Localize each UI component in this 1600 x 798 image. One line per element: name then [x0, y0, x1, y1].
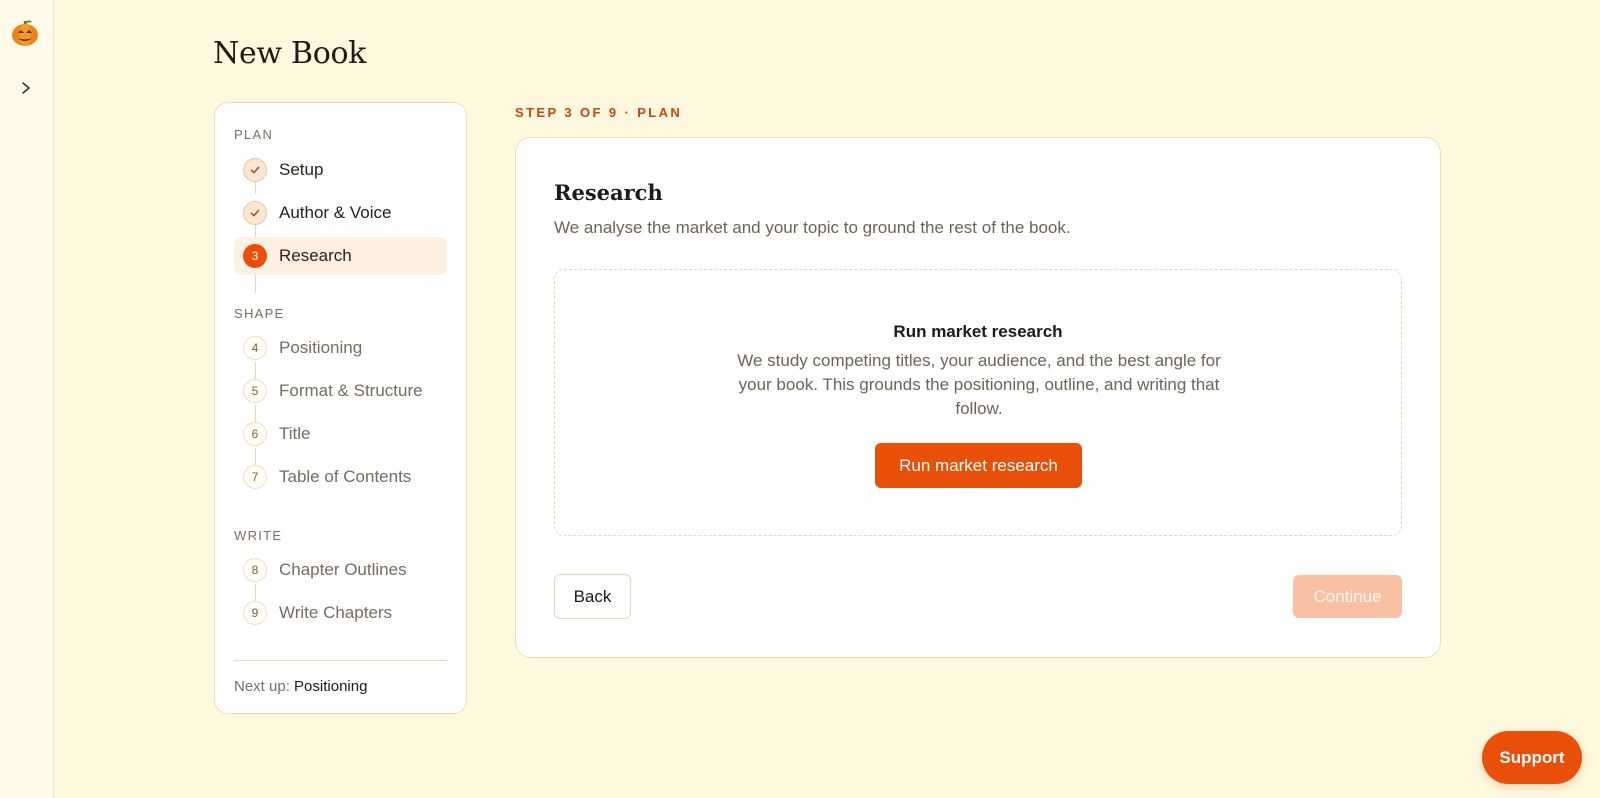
run-market-research-button[interactable]: Run market research	[875, 443, 1082, 488]
next-up-value: Positioning	[294, 678, 368, 695]
group-label-write: WRITE	[234, 528, 283, 543]
step-label: Positioning	[279, 338, 363, 357]
chevron-right-icon	[20, 81, 32, 100]
continue-button[interactable]: Continue	[1293, 575, 1402, 618]
check-icon	[243, 201, 267, 225]
page-title: New Book	[213, 36, 367, 71]
step-setup[interactable]: Setup	[234, 151, 447, 189]
step-author-voice[interactable]: Author & Voice	[234, 194, 447, 232]
group-label-shape: SHAPE	[234, 306, 285, 321]
wizard-stepper: PLAN Setup Author & Voice 3 Research SHA…	[214, 102, 467, 714]
step-chapter-outlines[interactable]: 8 Chapter Outlines	[234, 551, 447, 589]
step-title[interactable]: 6 Title	[234, 415, 447, 453]
research-empty-state: Run market research We study competing t…	[554, 269, 1402, 536]
step-label: Format & Structure	[279, 381, 423, 400]
next-up-label: Next up:	[234, 678, 290, 695]
step-number: 6	[243, 422, 267, 446]
step-positioning[interactable]: 4 Positioning	[234, 329, 447, 367]
step-label: Author & Voice	[279, 203, 392, 222]
step-label: Research	[279, 246, 352, 265]
step-number: 7	[243, 465, 267, 489]
step-format-structure[interactable]: 5 Format & Structure	[234, 372, 447, 410]
back-button[interactable]: Back	[554, 574, 631, 619]
step-number: 5	[243, 379, 267, 403]
step-number: 9	[243, 601, 267, 625]
support-button[interactable]: Support	[1482, 731, 1582, 784]
pumpkin-logo-icon[interactable]	[10, 18, 40, 48]
card-title: Research	[554, 180, 663, 205]
step-number: 4	[243, 336, 267, 360]
group-label-plan: PLAN	[234, 127, 274, 142]
card-subtitle: We analyse the market and your topic to …	[554, 218, 1071, 237]
step-label: Title	[279, 424, 311, 443]
expand-sidebar-button[interactable]	[14, 78, 38, 102]
check-icon	[243, 158, 267, 182]
empty-state-title: Run market research	[893, 322, 1063, 341]
step-label: Setup	[279, 160, 324, 179]
empty-state-description: We study competing titles, your audience…	[737, 351, 1221, 418]
step-table-of-contents[interactable]: 7 Table of Contents	[234, 458, 447, 496]
step-write-chapters[interactable]: 9 Write Chapters	[234, 594, 447, 632]
step-label: Write Chapters	[279, 603, 393, 622]
step-number: 8	[243, 558, 267, 582]
side-rail	[0, 0, 54, 798]
step-research[interactable]: 3 Research	[234, 237, 447, 275]
divider	[234, 660, 447, 661]
next-up: Next up: Positioning	[234, 678, 367, 695]
step-number: 3	[243, 244, 267, 268]
step-label: Chapter Outlines	[279, 560, 407, 579]
step-label: Table of Contents	[279, 467, 412, 486]
step-connector	[255, 275, 256, 293]
research-card: Research We analyse the market and your …	[515, 137, 1441, 658]
step-indicator: STEP 3 OF 9 · PLAN	[515, 105, 683, 120]
